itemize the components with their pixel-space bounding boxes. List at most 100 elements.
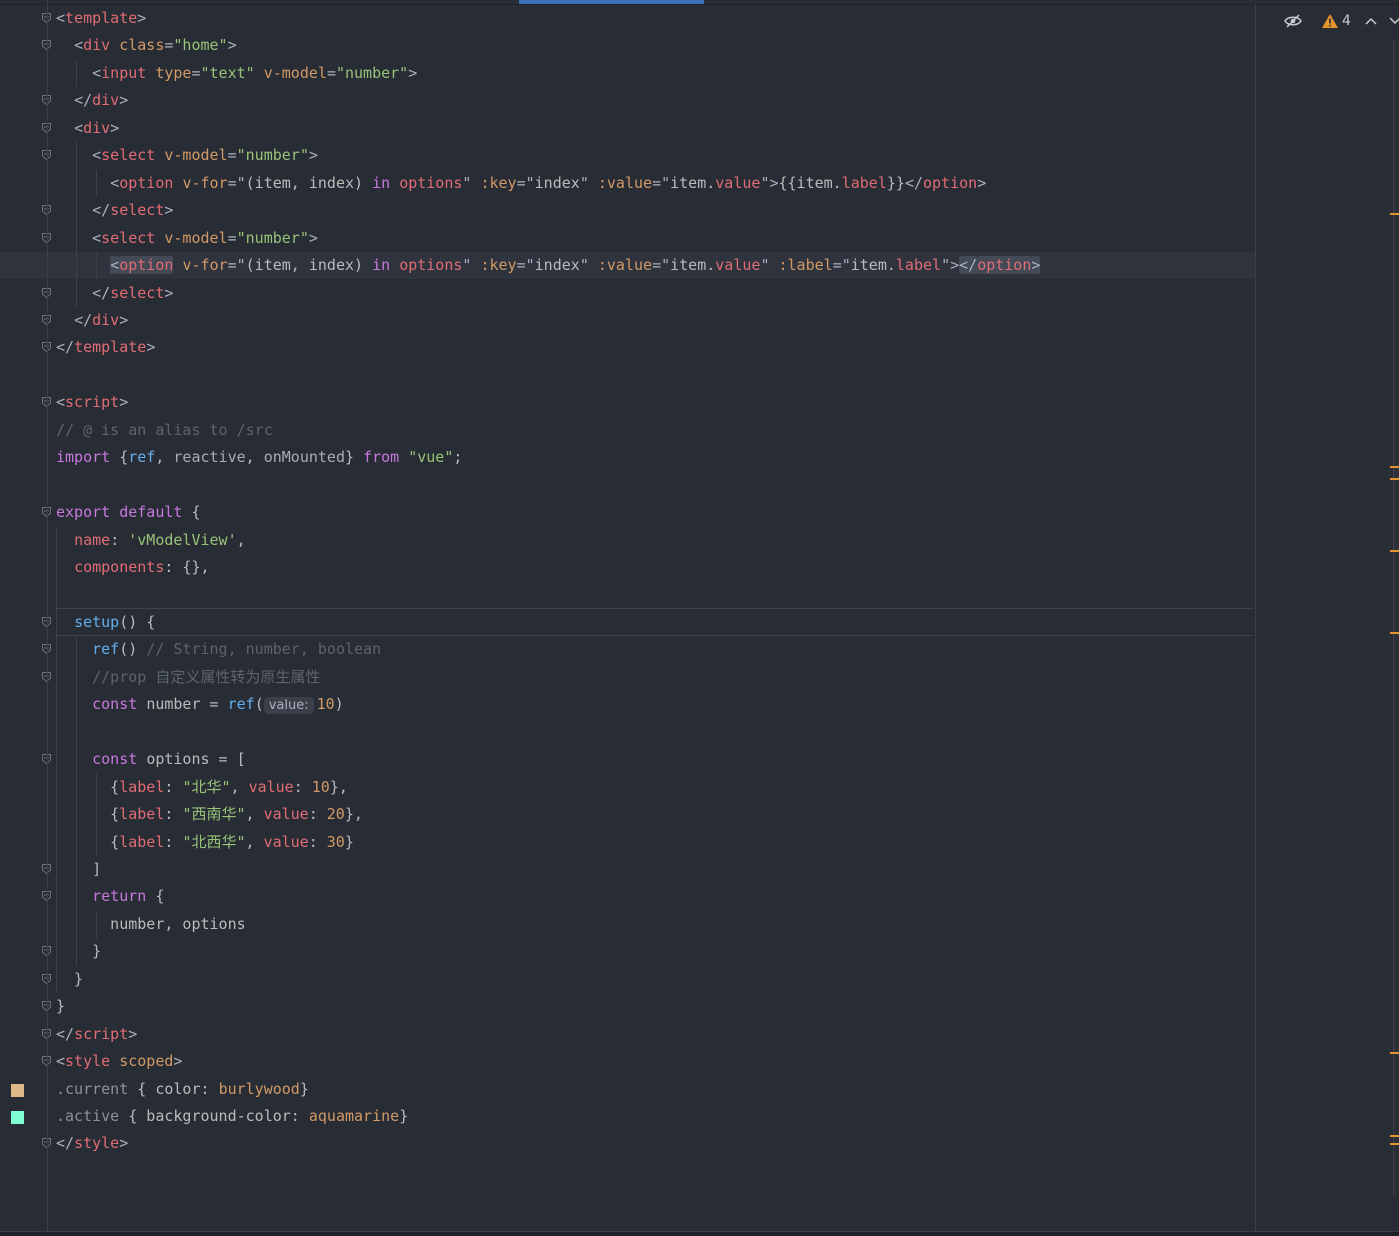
code-token: }, <box>329 777 348 796</box>
code-text: ] <box>56 856 101 883</box>
scroll-warning-marker[interactable] <box>1390 632 1399 634</box>
scroll-warning-marker[interactable] <box>1390 213 1399 215</box>
indent-guide <box>96 252 97 280</box>
code-token: =" <box>832 256 851 275</box>
code-token: template <box>65 9 138 27</box>
code-text: const number = ref(value: 10) <box>56 691 344 719</box>
code-token: , <box>245 448 264 467</box>
code-token: { <box>191 503 201 522</box>
code-token: v-for <box>182 256 228 275</box>
code-text: export default { <box>56 499 201 526</box>
code-token: > <box>1031 256 1041 275</box>
code-token: =" <box>516 173 535 192</box>
code-token: < <box>74 36 84 55</box>
code-text: <input type="text" v-model="number"> <box>56 60 417 87</box>
previous-highlight-chevron-up-icon[interactable] <box>1365 17 1377 25</box>
code-token: " <box>462 173 481 192</box>
code-token: name <box>74 530 111 549</box>
code-token: < <box>110 173 120 192</box>
code-token: v-model <box>263 63 327 82</box>
warning-indicator[interactable]: 4 <box>1322 13 1351 29</box>
code-text: //prop 自定义属性转为原生属性 <box>56 664 320 691</box>
code-token: options = [ <box>146 750 246 769</box>
code-token: > <box>119 310 129 329</box>
code-token: }, <box>344 805 363 824</box>
code-token: select <box>110 201 165 220</box>
code-token: : <box>164 777 183 796</box>
code-text: } <box>56 966 83 993</box>
code-token: return <box>92 887 156 906</box>
code-token: options <box>399 256 463 275</box>
code-token: > <box>146 338 156 357</box>
code-token: () { <box>119 612 156 631</box>
code-token: , <box>245 805 264 824</box>
scroll-warning-marker[interactable] <box>1390 1052 1399 1054</box>
code-token: > <box>110 118 120 137</box>
reader-mode-eye-icon[interactable] <box>1284 14 1302 28</box>
code-token: burlywood <box>218 1079 300 1098</box>
code-token: div <box>83 36 120 55</box>
scroll-warning-marker[interactable] <box>1390 550 1399 552</box>
code-token: { <box>155 887 165 906</box>
code-token: : <box>164 832 183 851</box>
code-token: index <box>534 173 580 192</box>
code-text: number, options <box>56 911 245 938</box>
code-text: </style> <box>56 1130 128 1157</box>
code-token: </ <box>92 201 111 220</box>
code-token: > <box>119 1134 129 1153</box>
code-token: </ <box>904 173 923 192</box>
code-token: div <box>92 310 120 329</box>
scroll-warning-marker[interactable] <box>1390 466 1399 468</box>
code-token: < <box>92 63 102 82</box>
code-token: "number" <box>236 228 309 247</box>
code-token: =" <box>227 256 246 275</box>
code-token: { background-color: <box>128 1107 309 1125</box>
code-token: label <box>895 256 942 275</box>
code-token: () <box>119 640 147 659</box>
code-token: = <box>326 63 336 82</box>
code-token: setup <box>74 612 120 631</box>
code-text: return { <box>56 883 164 910</box>
color-preview-swatch[interactable] <box>11 1083 24 1097</box>
code-token: label <box>119 805 165 824</box>
code-token: from <box>363 448 409 467</box>
code-text: .current { color: burlywood} <box>56 1076 309 1103</box>
code-token: ) <box>334 695 344 714</box>
code-token: : <box>308 805 327 824</box>
code-text: {label: "北西华", value: 30} <box>56 829 354 856</box>
code-token: :key <box>480 256 517 275</box>
code-token: " <box>760 256 779 275</box>
color-preview-swatch[interactable] <box>11 1111 24 1124</box>
code-token: item. <box>670 256 716 275</box>
code-text: </select> <box>56 197 173 224</box>
code-text: } <box>56 993 65 1020</box>
code-line[interactable]: <option v-for="(item, index) in options"… <box>0 252 1255 280</box>
code-token: } <box>56 997 66 1016</box>
code-token: value <box>263 805 309 824</box>
code-token: option <box>119 173 183 192</box>
scroll-warning-marker[interactable] <box>1390 1143 1399 1145</box>
code-token: class <box>119 36 165 55</box>
code-text: <option v-for="(item, index) in options"… <box>56 170 986 197</box>
scroll-warning-marker[interactable] <box>1390 1135 1399 1137</box>
code-token: > <box>137 9 147 27</box>
code-token: script <box>74 1024 129 1043</box>
next-highlight-chevron-down-icon[interactable] <box>1389 17 1399 25</box>
code-text: <select v-model="number"> <box>56 142 318 169</box>
code-token: " <box>462 256 481 275</box>
code-text: const options = [ <box>56 746 246 773</box>
code-token: // @ is an alias to /src <box>56 420 273 439</box>
scroll-warning-marker[interactable] <box>1390 478 1399 480</box>
code-token: "北西华" <box>182 832 246 851</box>
code-token: :label <box>778 256 833 275</box>
code-token: options <box>399 173 463 192</box>
code-token: </ <box>959 256 978 275</box>
code-token: label <box>119 832 165 851</box>
code-token: { <box>56 805 120 824</box>
code-editor[interactable]: <template> <div class="home"> <input typ… <box>0 4 1255 1232</box>
code-token: export default <box>56 503 192 522</box>
code-token: style <box>74 1134 120 1153</box>
code-text: <option v-for="(item, index) in options"… <box>56 252 1041 279</box>
bottom-border <box>0 1231 1399 1236</box>
